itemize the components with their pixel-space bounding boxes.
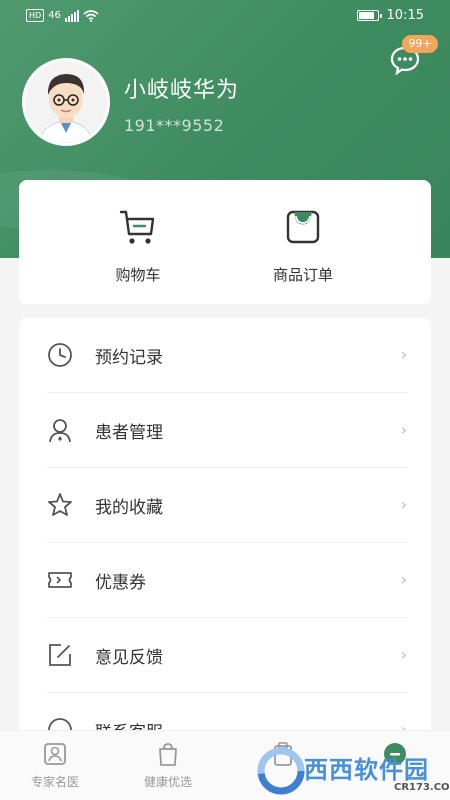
menu-item-feedback[interactable]: 意见反馈 ›: [19, 618, 431, 693]
cart-button[interactable]: 购物车: [78, 206, 198, 285]
orders-button[interactable]: 商品订单: [243, 206, 363, 285]
edit-icon: [49, 644, 71, 666]
chevron-right-icon: ›: [400, 345, 407, 364]
tab-health-select[interactable]: 健康优选: [123, 739, 213, 790]
message-badge: 99+: [402, 35, 438, 53]
doctor-avatar-illustration: [25, 61, 107, 143]
menu-item-label: 意见反馈: [95, 648, 163, 668]
chevron-right-icon: ›: [400, 495, 407, 514]
clock-time: 10:15: [386, 8, 424, 23]
watermark-subtext: CR173.COM: [394, 782, 450, 793]
menu-item-patients[interactable]: 患者管理 ›: [19, 393, 431, 468]
chevron-right-icon: ›: [400, 570, 407, 589]
doctor-icon: [44, 743, 66, 765]
menu-item-label: 优惠券: [95, 573, 146, 593]
signal-icon: [64, 9, 79, 22]
site-watermark: 西西软件园 CR173.COM: [256, 744, 450, 800]
menu-item-label: 预约记录: [95, 348, 163, 368]
orders-label: 商品订单: [272, 266, 333, 284]
signal-indicators: HD 46: [26, 9, 99, 22]
user-name[interactable]: 小岐岐华为: [124, 72, 239, 104]
menu-item-appointments[interactable]: 预约记录 ›: [19, 318, 431, 393]
chevron-right-icon: ›: [400, 645, 407, 664]
cart-label: 购物车: [115, 266, 161, 284]
star-icon: [48, 493, 72, 516]
bag-icon: [159, 743, 177, 766]
tab-experts[interactable]: 专家名医: [10, 739, 100, 790]
ticket-icon: [48, 572, 72, 588]
hd-icon: HD: [26, 9, 45, 22]
tab-label: 健康优选: [143, 775, 192, 789]
avatar[interactable]: [22, 58, 110, 146]
menu-item-label: 患者管理: [95, 423, 163, 443]
quick-actions-card: 购物车 商品订单: [19, 180, 431, 304]
watermark-text: 西西软件园: [304, 756, 429, 784]
menu-card: 预约记录 › 患者管理 › 我的收藏 › 优惠券 › 意见反馈 ›: [19, 318, 431, 748]
bag-icon: [286, 210, 320, 244]
clock-icon: [48, 343, 72, 367]
chevron-right-icon: ›: [400, 420, 407, 439]
status-bar: HD 46 10:15: [0, 0, 450, 32]
user-phone: 191***9552: [124, 116, 225, 135]
battery-icon: [356, 10, 382, 21]
watermark-logo-icon: [257, 747, 305, 795]
menu-item-favorites[interactable]: 我的收藏 ›: [19, 468, 431, 543]
person-icon: [49, 419, 71, 443]
network-type: 46: [48, 10, 61, 21]
cart-icon: [119, 210, 155, 244]
tab-label: 专家名医: [30, 775, 79, 789]
wifi-icon: [83, 9, 99, 22]
menu-item-coupons[interactable]: 优惠券 ›: [19, 543, 431, 618]
menu-item-label: 我的收藏: [95, 498, 163, 518]
